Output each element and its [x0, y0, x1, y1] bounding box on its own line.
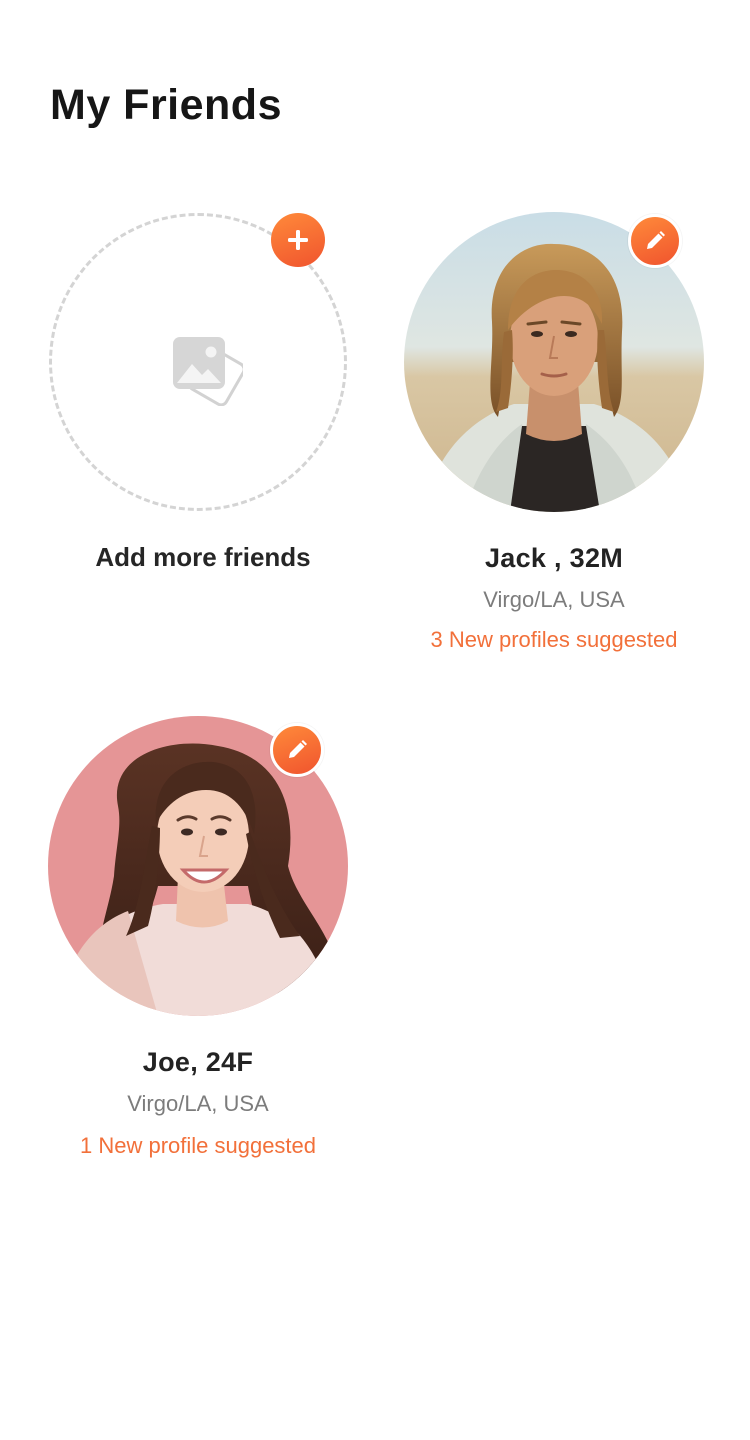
friend-name-jack: Jack , 32M	[484, 543, 624, 573]
edit-friend-button-joe[interactable]	[270, 723, 324, 777]
add-friend-button[interactable]	[271, 213, 325, 267]
photo-placeholder-icon	[173, 337, 243, 406]
add-friend-label[interactable]: Add more friends	[48, 540, 358, 574]
page-title: My Friends	[50, 81, 282, 129]
pencil-icon	[289, 740, 307, 758]
friend-location-joe: Virgo/LA, USA	[127, 1091, 269, 1116]
friend-name-joe: Joe, 24F	[142, 1047, 254, 1077]
suggestions-link-joe[interactable]: 1 New profile suggested	[48, 1131, 348, 1161]
suggestions-link-jack[interactable]: 3 New profiles suggested	[393, 625, 715, 655]
plus-icon	[288, 230, 308, 250]
friend-location-jack: Virgo/LA, USA	[483, 587, 625, 612]
pencil-icon	[647, 231, 665, 249]
edit-friend-button-jack[interactable]	[628, 214, 682, 268]
